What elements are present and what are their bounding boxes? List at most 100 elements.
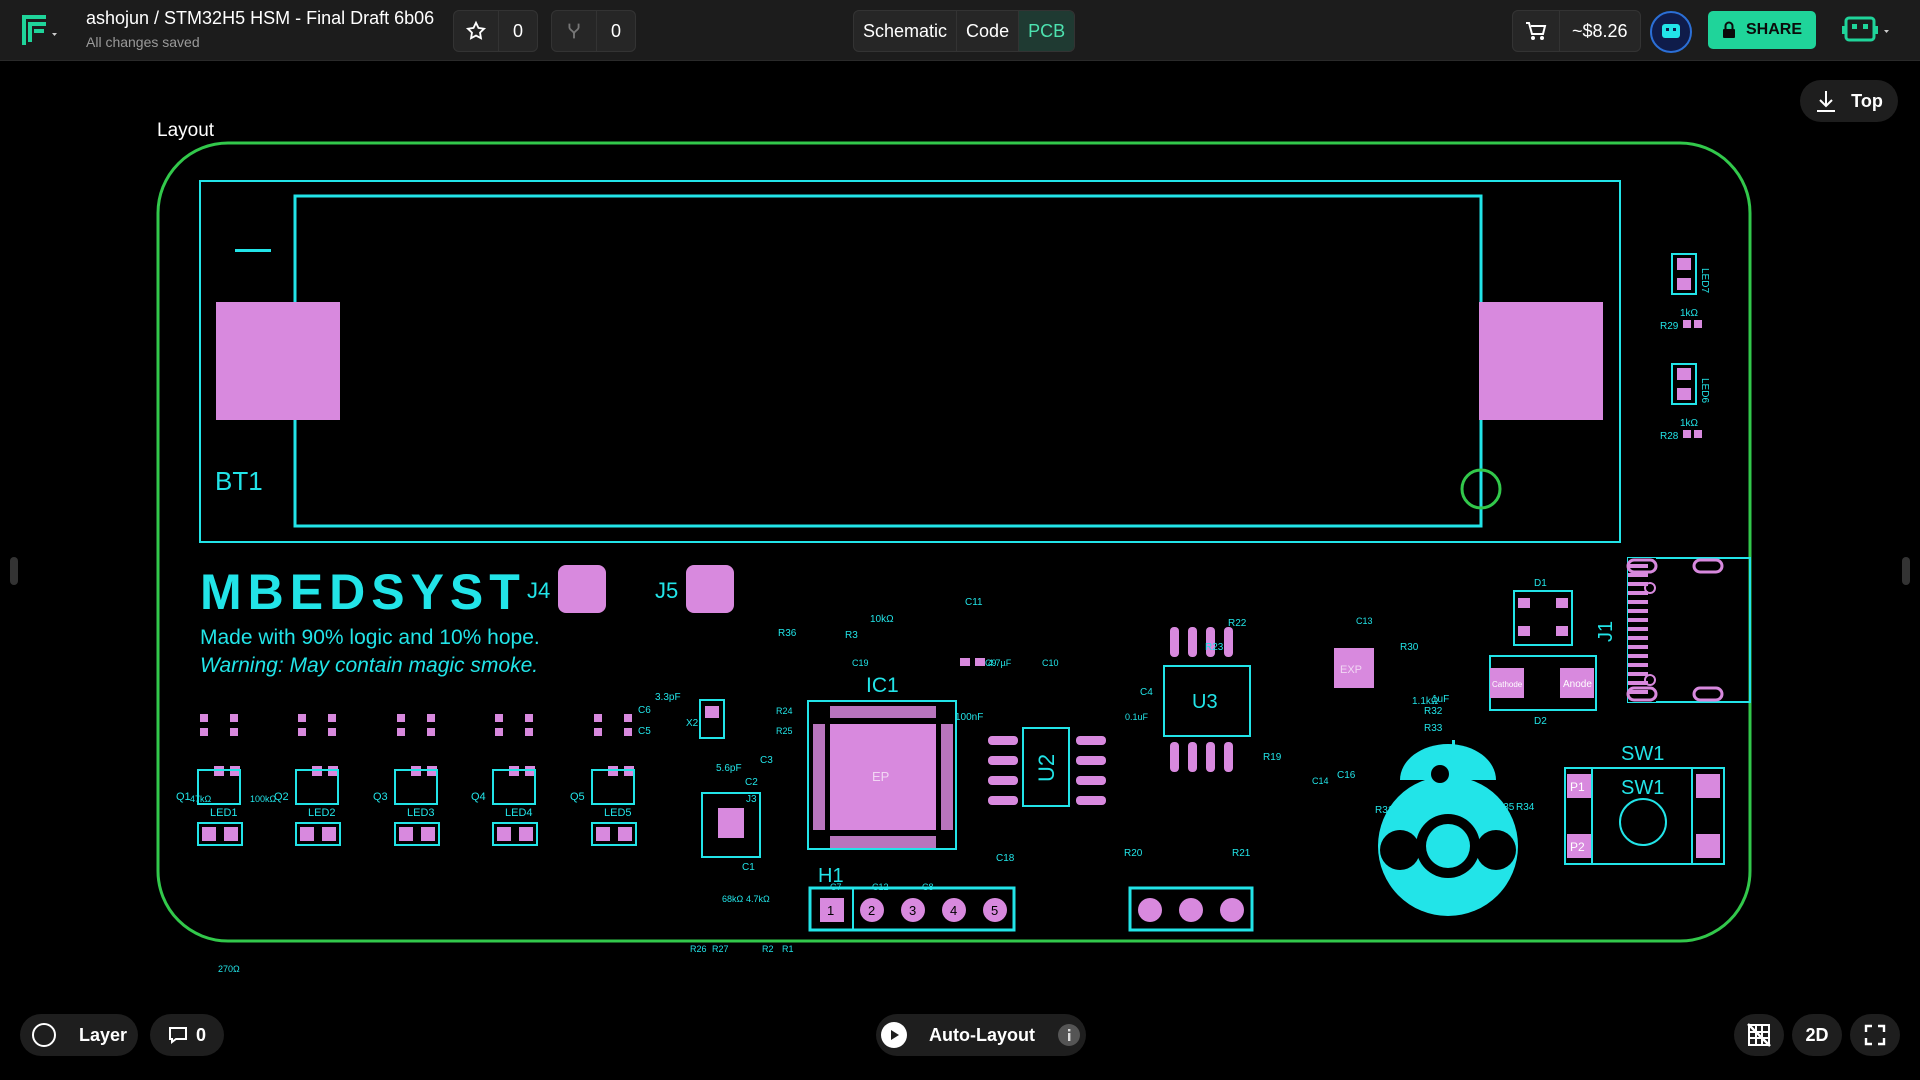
switch-sw1: SW1 SW1 P1 P2 <box>1564 743 1725 865</box>
view-mode-button[interactable]: 2D <box>1792 1014 1842 1056</box>
user-avatar[interactable] <box>1650 11 1692 53</box>
h1-pin-1: 1 <box>827 903 834 918</box>
r34-ref: R34 <box>1516 802 1535 813</box>
c2-value: 5.6pF <box>716 763 742 774</box>
transistor-group-1: Q1 LED1 <box>176 714 243 846</box>
sw1-pin-p2: P2 <box>1570 840 1585 854</box>
c10-ref: C10 <box>1042 658 1059 668</box>
layer-button[interactable]: Layer <box>20 1014 138 1056</box>
info-icon[interactable] <box>1057 1023 1081 1047</box>
h1-pin-3: 3 <box>909 903 916 918</box>
star-icon[interactable] <box>454 11 499 51</box>
c1-ref: C1 <box>742 862 755 873</box>
r29-ref: R29 <box>1660 321 1679 332</box>
u3-ref: U3 <box>1192 691 1218 713</box>
top-bar: ashojun / STM32H5 HSM - Final Draft 6b06… <box>0 0 1920 61</box>
ic1-ref: IC1 <box>866 674 899 697</box>
r27-ref: R27 <box>712 944 729 954</box>
c5-ref: C5 <box>638 726 651 737</box>
header-h1: H1 1 2 3 4 5 <box>808 865 1016 932</box>
r24-ref: R24 <box>776 706 793 716</box>
lock-icon <box>1722 21 1735 38</box>
led2-ref: LED2 <box>308 807 336 819</box>
fork-counter[interactable]: 0 <box>551 10 636 52</box>
c9-ref: C9 <box>985 658 997 668</box>
c8-ref: C8 <box>922 882 934 892</box>
led7-ref: LED7 <box>1699 268 1710 293</box>
pcb-board[interactable]: BT1 MBEDSYST Made with 90% logic and 10%… <box>0 60 1920 1020</box>
r25-ref: R25 <box>776 726 793 736</box>
x2-ref: X2 <box>686 718 699 729</box>
c11-ref: C11 <box>965 597 983 608</box>
account-menu[interactable] <box>1838 10 1894 50</box>
fork-count: 0 <box>610 21 621 41</box>
c3-ref: C3 <box>760 755 773 766</box>
robot-icon <box>1842 16 1889 42</box>
app-logo-menu[interactable] <box>10 8 68 52</box>
r1-ref: R1 <box>782 944 794 954</box>
grid-toggle-button[interactable] <box>1734 1014 1784 1056</box>
save-status: All changes saved <box>86 34 200 50</box>
c2-ref: C2 <box>745 777 758 788</box>
r20-ref: R20 <box>1124 848 1143 859</box>
c6-ref: C6 <box>638 705 651 716</box>
share-button[interactable]: SHARE <box>1708 11 1816 49</box>
c9-value: 100nF <box>955 712 983 723</box>
cart-price: ~$8.26 <box>1572 21 1628 41</box>
diode-d1: D1 <box>1513 578 1573 646</box>
comments-button[interactable]: 0 <box>150 1014 224 1056</box>
r68k-value: 68kΩ <box>722 894 744 904</box>
r26-ref: R26 <box>690 944 707 954</box>
d1-ref: D1 <box>1534 578 1547 589</box>
r100k-value: 100kΩ <box>250 794 277 804</box>
logo-icon <box>22 15 57 45</box>
fullscreen-button[interactable] <box>1850 1014 1900 1056</box>
grid-off-icon <box>1747 1023 1771 1047</box>
tab-code[interactable]: Code <box>957 11 1020 51</box>
robot-avatar-icon <box>1662 24 1680 38</box>
diode-d2: Cathode Anode D2 <box>1489 655 1597 727</box>
battery-bt1: BT1 <box>199 180 1621 543</box>
q1-ref: Q1 <box>176 791 191 803</box>
j4-ref: J4 <box>527 578 550 603</box>
play-icon <box>881 1022 907 1048</box>
tab-pcb[interactable]: PCB <box>1019 11 1075 51</box>
c13-ref: C13 <box>1356 616 1373 626</box>
tab-schematic[interactable]: Schematic <box>854 11 958 51</box>
c7-ref: C7 <box>830 882 842 892</box>
r10k-value: 10kΩ <box>870 614 894 625</box>
transistor-group-2: Q2 LED2 <box>274 714 341 846</box>
c14-ref: C14 <box>1312 776 1329 786</box>
d2-cathode: Cathode <box>1492 680 1523 689</box>
h1-pin-4: 4 <box>950 903 957 918</box>
r33-ref: R33 <box>1424 723 1443 734</box>
cart-widget[interactable]: ~$8.26 <box>1512 10 1641 52</box>
connector-j5: J5 <box>655 565 734 613</box>
auto-layout-button[interactable]: Auto-Layout <box>876 1014 1086 1056</box>
q5-ref: Q5 <box>570 791 585 803</box>
star-counter[interactable]: 0 <box>453 10 538 52</box>
r3-ref: R3 <box>845 630 858 641</box>
brand-tagline: Made with 90% logic and 10% hope. <box>200 626 540 649</box>
q3-ref: Q3 <box>373 791 388 803</box>
fullscreen-icon <box>1864 1024 1886 1046</box>
r2-ref: R2 <box>762 944 774 954</box>
star-count: 0 <box>512 21 523 41</box>
led6-ref: LED6 <box>1699 378 1710 403</box>
r47k-value: 47kΩ <box>190 794 212 804</box>
cart-icon[interactable] <box>1513 11 1560 51</box>
project-title[interactable]: ashojun / STM32H5 HSM - Final Draft 6b06 <box>86 8 434 29</box>
fork-icon[interactable] <box>552 11 597 51</box>
q4-ref: Q4 <box>471 791 486 803</box>
c15-ref: C15 <box>1437 752 1456 763</box>
u2: U2 <box>988 727 1106 807</box>
auto-layout-label: Auto-Layout <box>929 1024 1035 1045</box>
r270-value: 270Ω <box>218 964 240 974</box>
r22-ref: R22 <box>1228 618 1247 629</box>
r28-value: 1kΩ <box>1680 418 1699 429</box>
sw1-label: SW1 <box>1621 777 1664 799</box>
r29-value: 1kΩ <box>1680 308 1699 319</box>
r36-ref: R36 <box>778 628 797 639</box>
r21-ref: R21 <box>1232 848 1251 859</box>
u2-ref: U2 <box>1034 754 1059 782</box>
